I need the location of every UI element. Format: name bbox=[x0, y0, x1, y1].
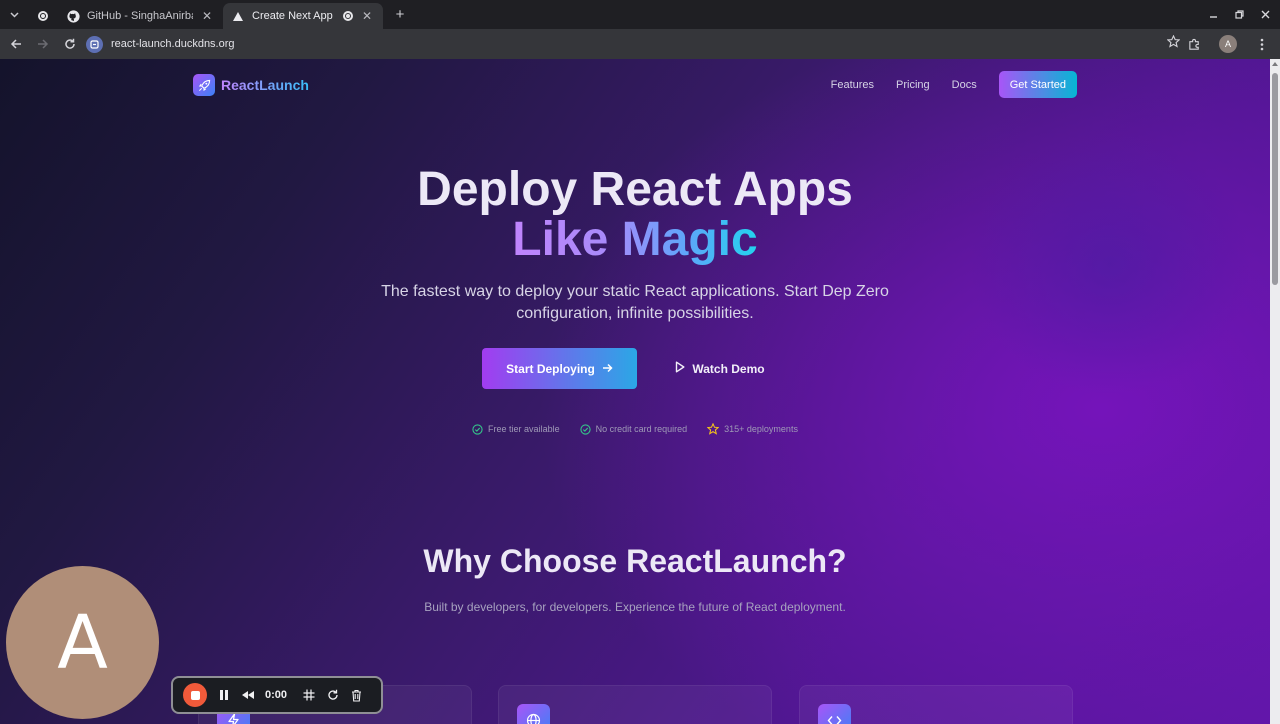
badge-text: No credit card required bbox=[595, 424, 688, 434]
github-icon bbox=[66, 9, 80, 23]
play-icon bbox=[675, 361, 685, 376]
brand-name: ReactLaunch bbox=[221, 77, 309, 93]
minimize-icon bbox=[1209, 16, 1217, 18]
feature-card bbox=[498, 685, 772, 724]
start-deploying-label: Start Deploying bbox=[506, 361, 595, 376]
kebab-menu-icon bbox=[1260, 38, 1264, 50]
feature-card bbox=[799, 685, 1073, 724]
star-icon bbox=[707, 423, 720, 435]
site-header: ReactLaunch Features Pricing Docs Get St… bbox=[193, 71, 1077, 98]
check-circle-icon bbox=[579, 423, 591, 435]
features-subtitle: Built by developers, for developers. Exp… bbox=[424, 600, 846, 614]
arrow-right-icon bbox=[38, 39, 49, 49]
forward-button[interactable] bbox=[31, 32, 55, 56]
site-logo[interactable]: ReactLaunch bbox=[193, 74, 309, 96]
nav-link-features[interactable]: Features bbox=[831, 79, 874, 91]
restart-button[interactable] bbox=[327, 689, 339, 701]
arrow-left-icon bbox=[10, 39, 21, 49]
tab-create-next-app[interactable]: Create Next App ✕ bbox=[223, 3, 383, 29]
badge-text: 315+ deployments bbox=[724, 424, 798, 434]
trust-badges: Free tier available No credit card requi… bbox=[0, 423, 1270, 435]
profile-avatar: A bbox=[1219, 35, 1237, 53]
badge-no-credit-card: No credit card required bbox=[579, 423, 688, 435]
close-icon bbox=[1261, 10, 1269, 19]
address-bar[interactable]: react-launch.duckdns.org bbox=[83, 32, 1181, 56]
grid-button[interactable] bbox=[303, 689, 315, 701]
get-started-button[interactable]: Get Started bbox=[998, 71, 1077, 98]
scrollbar-thumb[interactable] bbox=[1272, 73, 1278, 285]
nav-link-docs[interactable]: Docs bbox=[952, 79, 977, 91]
record-icon bbox=[343, 11, 353, 21]
menu-button[interactable] bbox=[1250, 32, 1274, 56]
code-icon bbox=[818, 704, 851, 724]
reload-button[interactable] bbox=[58, 32, 82, 56]
new-tab-button[interactable]: + bbox=[389, 4, 411, 26]
badge-text: Free tier available bbox=[488, 424, 560, 434]
vercel-triangle-icon bbox=[231, 9, 245, 23]
profile-button[interactable]: A bbox=[1216, 32, 1240, 56]
scroll-up-arrow-icon[interactable] bbox=[1272, 62, 1278, 66]
stop-recording-button[interactable] bbox=[183, 683, 207, 707]
recorder-controls: 0:00 bbox=[171, 676, 383, 714]
rewind-button[interactable] bbox=[241, 690, 255, 700]
tab-github[interactable]: GitHub - SinghaAnirban ✕ bbox=[58, 3, 223, 29]
site-info-icon[interactable] bbox=[86, 35, 103, 53]
tab-pinned-recorder[interactable] bbox=[28, 3, 58, 29]
badge-deployments: 315+ deployments bbox=[707, 423, 798, 435]
record-icon bbox=[38, 11, 48, 21]
grid-icon bbox=[303, 689, 315, 701]
page-viewport: ReactLaunch Features Pricing Docs Get St… bbox=[0, 59, 1270, 724]
rewind-icon bbox=[242, 691, 254, 699]
site-nav-links: Features Pricing Docs Get Started bbox=[831, 71, 1077, 98]
url-text: react-launch.duckdns.org bbox=[111, 38, 235, 50]
badge-free-tier: Free tier available bbox=[472, 423, 560, 435]
restore-icon bbox=[1234, 10, 1244, 19]
tab-title: GitHub - SinghaAnirban bbox=[87, 10, 193, 22]
minimize-button[interactable] bbox=[1202, 4, 1224, 26]
chevron-down-icon bbox=[9, 11, 19, 18]
restore-button[interactable] bbox=[1228, 4, 1250, 26]
globe-icon bbox=[517, 704, 550, 724]
hero-subtitle: The fastest way to deploy your static Re… bbox=[381, 283, 889, 322]
trash-icon bbox=[352, 689, 362, 702]
restart-icon bbox=[328, 689, 338, 700]
recording-timer: 0:00 bbox=[265, 689, 288, 701]
pause-button[interactable] bbox=[219, 689, 229, 701]
close-window-button[interactable] bbox=[1254, 4, 1276, 26]
puzzle-icon bbox=[1188, 38, 1199, 50]
hero-title-gradient-text: Like Magic bbox=[512, 213, 758, 266]
browser-toolbar: react-launch.duckdns.org A bbox=[0, 29, 1280, 59]
hero-title-highlight: Like Magic bbox=[0, 215, 1270, 265]
tab-search-button[interactable] bbox=[4, 5, 24, 25]
close-icon[interactable]: ✕ bbox=[359, 8, 375, 24]
tab-title: Create Next App bbox=[252, 10, 333, 22]
reload-icon bbox=[65, 38, 75, 49]
check-circle-icon bbox=[472, 423, 483, 435]
extensions-button[interactable] bbox=[1182, 32, 1206, 56]
window-controls bbox=[1202, 0, 1280, 29]
toolbar-actions: A bbox=[1172, 32, 1274, 56]
nav-link-pricing[interactable]: Pricing bbox=[896, 79, 930, 91]
close-icon[interactable]: ✕ bbox=[199, 8, 215, 24]
delete-button[interactable] bbox=[351, 689, 362, 702]
back-button[interactable] bbox=[4, 32, 28, 56]
page-scrollbar[interactable] bbox=[1270, 59, 1280, 724]
features-title: Why Choose ReactLaunch? bbox=[423, 543, 847, 579]
rocket-icon bbox=[193, 74, 215, 96]
pause-icon bbox=[220, 690, 228, 700]
browser-tab-bar: GitHub - SinghaAnirban ✕ Create Next App… bbox=[0, 0, 1280, 29]
hero-title: Deploy React Apps bbox=[417, 163, 853, 216]
webcam-avatar: A bbox=[6, 566, 159, 719]
watch-demo-button[interactable]: Watch Demo bbox=[665, 348, 775, 389]
start-deploying-button[interactable]: Start Deploying bbox=[482, 348, 637, 389]
watch-demo-label: Watch Demo bbox=[692, 361, 765, 376]
arrow-right-icon bbox=[602, 362, 613, 376]
